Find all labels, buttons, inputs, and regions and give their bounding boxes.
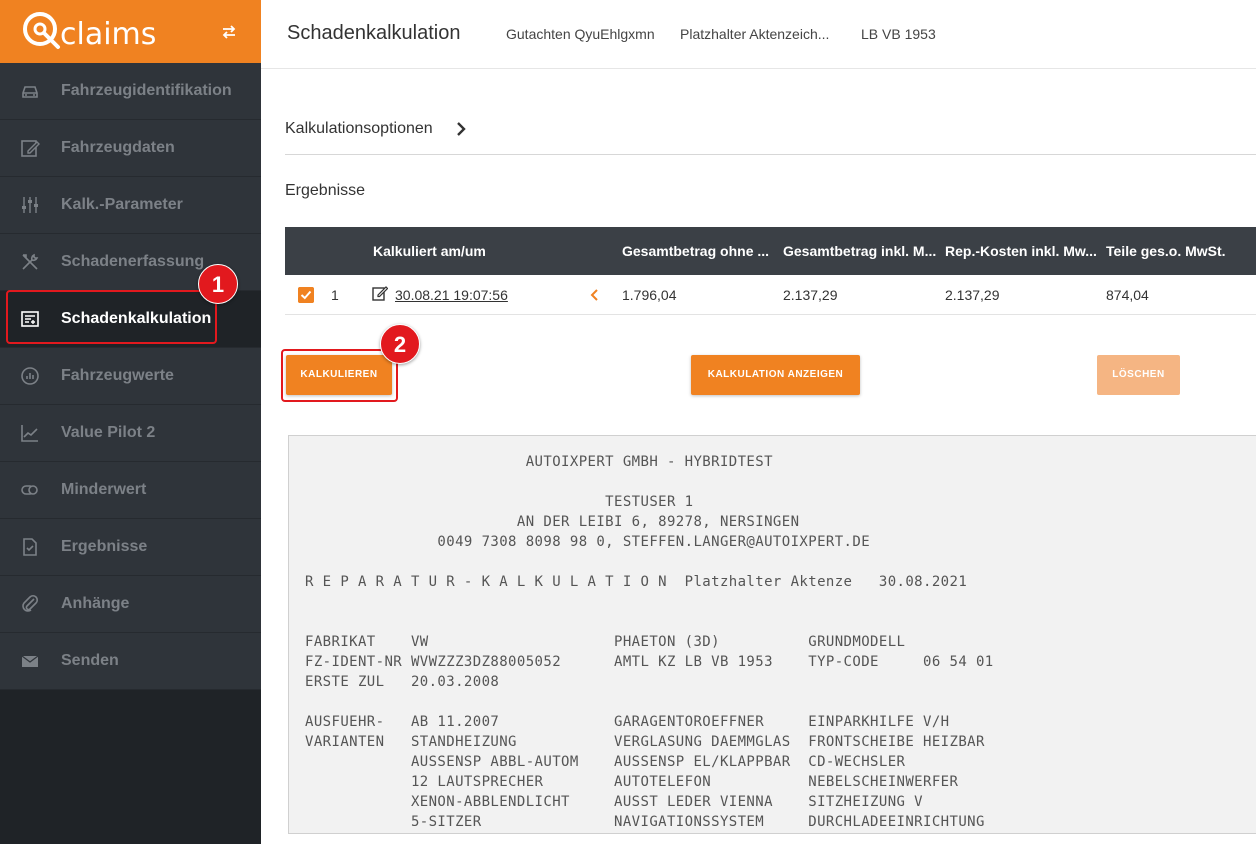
sidebar-nav: Fahrzeugidentifikation Fahrzeugdaten Kal… [0, 63, 261, 690]
sidebar-item-label: Ergebnisse [61, 538, 148, 555]
tools-icon [22, 253, 39, 270]
sidebar-item-label: Fahrzeugwerte [61, 367, 174, 384]
car-icon [22, 86, 38, 98]
page-title: Schadenkalkulation [287, 22, 461, 44]
column-header-parts[interactable]: Teile ges.o. MwSt. [1106, 243, 1226, 259]
sidebar-item-label: Anhänge [61, 595, 130, 612]
cell-repair-costs: 2.137,29 [945, 287, 1000, 303]
report-line: R E P A R A T U R - K A L K U L A T I O … [305, 574, 968, 590]
line-chart-icon [21, 425, 38, 442]
report-line: 0049 7308 8098 98 0, STEFFEN.LANGER@AUTO… [305, 534, 871, 550]
sidebar-item-label: Fahrzeugidentifikation [61, 82, 232, 99]
document-check-icon [23, 538, 37, 556]
header-gutachten: Gutachten QyuEhlgxmn [506, 26, 655, 42]
coins-icon [21, 485, 38, 495]
header-aktenzeichen: Platzhalter Aktenzeich... [680, 26, 830, 42]
sidebar-item-anhaenge[interactable]: Anhänge [0, 576, 261, 633]
gauge-icon [21, 367, 39, 385]
sidebar-item-label: Minderwert [61, 481, 147, 498]
report-line: VARIANTEN STANDHEIZUNG VERGLASUNG DAEMMG… [305, 734, 985, 750]
cell-total-net: 1.796,04 [622, 287, 677, 303]
cell-total-gross: 2.137,29 [783, 287, 838, 303]
results-title: Ergebnisse [285, 182, 366, 199]
sidebar-item-kalk-parameter[interactable]: Kalk.-Parameter [0, 177, 261, 234]
sidebar-item-fahrzeugdaten[interactable]: Fahrzeugdaten [0, 120, 261, 177]
logo-text: claims [60, 17, 157, 52]
sidebar-item-label: Schadenerfassung [61, 253, 205, 270]
column-header-total-net[interactable]: Gesamtbetrag ohne ... [622, 243, 769, 259]
highlight-schadenkalkulation [6, 290, 217, 344]
report-line: TESTUSER 1 [305, 494, 694, 510]
annotation-badge-1: 1 [198, 264, 238, 304]
paperclip-icon [22, 594, 39, 612]
chevron-left-icon[interactable] [589, 288, 599, 302]
edit-icon [21, 140, 40, 157]
column-header-repair-costs[interactable]: Rep.-Kosten inkl. Mw... [945, 243, 1097, 259]
claims-logo-icon [23, 12, 60, 49]
sidebar-item-minderwert[interactable]: Minderwert [0, 462, 261, 519]
app-root: claims Fahrzeugidentifikation Fahrzeugda… [0, 0, 1256, 844]
report-line: ERSTE ZUL 20.03.2008 [305, 674, 500, 690]
column-header-date[interactable]: Kalkuliert am/um [373, 243, 486, 259]
swap-arrows-icon[interactable] [220, 23, 238, 41]
logo-bar: claims [0, 0, 261, 63]
report-line: XENON-ABBLENDLICHT AUSST LEDER VIENNA SI… [305, 794, 924, 810]
sidebar-item-senden[interactable]: Senden [0, 633, 261, 690]
sidebar-item-value-pilot-2[interactable]: Value Pilot 2 [0, 405, 261, 462]
report-line: AUTOIXPERT GMBH - HYBRIDTEST [305, 454, 773, 470]
sidebar-item-label: Kalk.-Parameter [61, 196, 183, 213]
chevron-right-icon[interactable] [455, 121, 467, 137]
column-header-total-gross[interactable]: Gesamtbetrag inkl. M... [783, 243, 936, 259]
annotation-badge-2: 2 [380, 324, 420, 364]
row-checkbox[interactable] [298, 287, 314, 303]
sidebar-item-fahrzeugidentifikation[interactable]: Fahrzeugidentifikation [0, 63, 261, 120]
sidebar-item-label: Senden [61, 652, 119, 669]
sidebar-item-label: Fahrzeugdaten [61, 139, 175, 156]
highlight-calculate-button [281, 349, 398, 402]
sidebar-item-fahrzeugwerte[interactable]: Fahrzeugwerte [0, 348, 261, 405]
report-line: 12 LAUTSPRECHER AUTOTELEFON NEBELSCHEINW… [305, 774, 959, 790]
report-line: FABRIKAT VW PHAETON (3D) GRUNDMODELL [305, 634, 906, 650]
row-index: 1 [331, 287, 339, 303]
table-row[interactable]: 1 30.08.21 19:07:56 1.796,04 2.137,29 2.… [285, 275, 1256, 315]
edit-icon[interactable] [372, 285, 388, 301]
report-line: AUSSENSP ABBL-AUTOM AUSSENSP EL/KLAPPBAR… [305, 754, 906, 770]
report-line: FZ-IDENT-NR WVWZZZ3DZ88005052 AMTL KZ LB… [305, 654, 994, 670]
cell-parts: 874,04 [1106, 287, 1149, 303]
calculation-options-toggle[interactable]: Kalkulationsoptionen [285, 120, 433, 138]
sidebar-item-label: Value Pilot 2 [61, 424, 156, 441]
report-line: AUSFUEHR- AB 11.2007 GARAGENTOROEFFNER E… [305, 714, 950, 730]
sliders-icon [22, 197, 38, 213]
header-kennzeichen: LB VB 1953 [861, 26, 936, 42]
calculation-date-link[interactable]: 30.08.21 19:07:56 [395, 287, 508, 303]
section-divider [285, 154, 1256, 155]
show-calculation-button[interactable]: KALKULATION ANZEIGEN [691, 355, 860, 395]
calculation-report: AUTOIXPERT GMBH - HYBRIDTEST TESTUSER 1 … [288, 435, 1256, 834]
sidebar-item-ergebnisse[interactable]: Ergebnisse [0, 519, 261, 576]
results-table-header: Kalkuliert am/um Gesamtbetrag ohne ... G… [285, 227, 1256, 275]
sidebar: claims Fahrzeugidentifikation Fahrzeugda… [0, 0, 261, 844]
mail-icon [21, 655, 39, 667]
report-line: 5-SITZER NAVIGATIONSSYSTEM DURCHLADEEINR… [305, 814, 985, 830]
report-line: AN DER LEIBI 6, 89278, NERSINGEN [305, 514, 800, 530]
top-header: Schadenkalkulation Gutachten QyuEhlgxmn … [261, 0, 1256, 69]
delete-button[interactable]: LÖSCHEN [1097, 355, 1180, 395]
